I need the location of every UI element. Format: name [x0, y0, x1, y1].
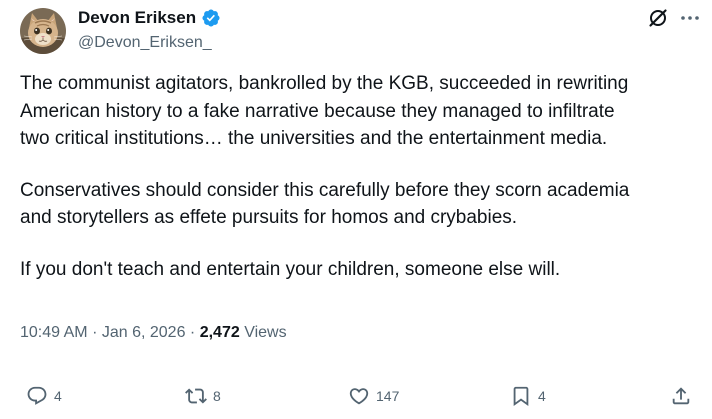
repost-button[interactable]: 8 — [185, 383, 221, 409]
author-name[interactable]: Devon Eriksen — [78, 7, 196, 29]
post-line: American history to a fake narrative bec… — [20, 100, 615, 122]
share-button[interactable] — [670, 383, 692, 409]
views-count: 2,472 — [199, 324, 240, 341]
reply-icon — [26, 385, 48, 407]
views-label: Views — [244, 324, 287, 341]
post-line: two critical institutions… the universit… — [20, 128, 608, 149]
like-button[interactable]: 147 — [348, 383, 399, 409]
like-count: 147 — [376, 388, 400, 404]
bookmark-count: 4 — [538, 388, 546, 404]
post-line: The communist agitators, bankrolled by t… — [20, 73, 629, 94]
repost-icon — [185, 385, 207, 407]
meta-separator: · — [189, 324, 196, 341]
meta-separator: · — [92, 324, 98, 341]
post-date[interactable]: Jan 6, 2026 — [102, 324, 186, 341]
more-icon[interactable] — [678, 6, 702, 30]
cat-avatar-icon — [20, 8, 66, 54]
verified-badge-icon[interactable] — [201, 8, 221, 28]
post-line: and storytellers as effete pursuits for … — [20, 207, 518, 228]
like-icon — [348, 385, 370, 407]
author-handle[interactable]: @Devon_Eriksen_ — [78, 33, 212, 53]
post-paragraph: The communist agitators, bankrolled by t… — [20, 70, 700, 153]
repost-count: 8 — [213, 388, 221, 404]
post-time[interactable]: 10:49 AM — [20, 324, 88, 341]
reply-count: 4 — [54, 388, 62, 404]
bookmark-button[interactable]: 4 — [510, 383, 546, 409]
grok-icon[interactable] — [646, 6, 670, 30]
post-text: The communist agitators, bankrolled by t… — [20, 70, 700, 307]
bookmark-icon — [510, 385, 532, 407]
reply-button[interactable]: 4 — [26, 383, 62, 409]
post-meta: 10:49 AM · Jan 6, 2026 · 2,472 Views — [20, 322, 287, 344]
post-paragraph: Conservatives should consider this caref… — [20, 177, 700, 232]
post-paragraph: If you don't teach and entertain your ch… — [20, 256, 700, 284]
author-name-row[interactable]: Devon Eriksen — [78, 7, 221, 29]
avatar[interactable] — [20, 8, 66, 54]
share-icon — [670, 385, 692, 407]
post-line: Conservatives should consider this caref… — [20, 179, 630, 201]
post: Devon Eriksen @Devon_Eriksen_ The commun… — [0, 0, 712, 419]
post-line: If you don't teach and entertain your ch… — [20, 258, 561, 280]
